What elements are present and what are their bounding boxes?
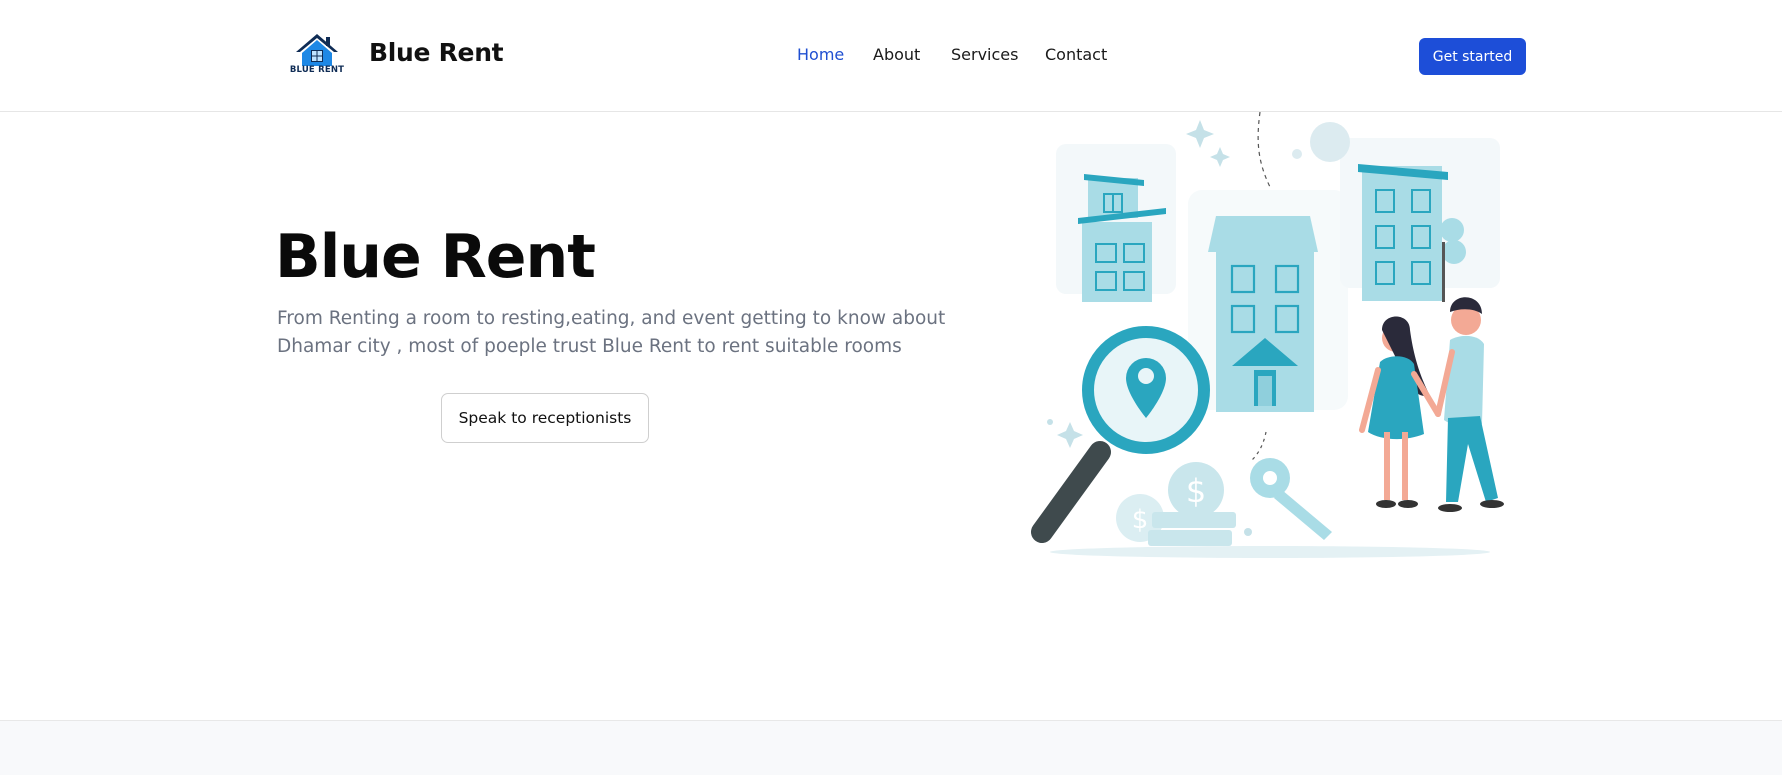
- hero-description: From Renting a room to resting,eating, a…: [277, 308, 946, 357]
- hero-title: Blue Rent: [275, 222, 596, 292]
- svg-text:$: $: [1186, 472, 1206, 510]
- nav-about-link[interactable]: About: [873, 45, 920, 64]
- get-started-button[interactable]: Get started: [1419, 38, 1526, 75]
- next-section-band: [0, 720, 1782, 775]
- svg-text:$: $: [1132, 505, 1149, 535]
- speak-to-receptionists-button[interactable]: Speak to receptionists: [441, 393, 649, 443]
- nav-contact-link[interactable]: Contact: [1045, 45, 1107, 64]
- nav-home-link[interactable]: Home: [797, 45, 844, 64]
- house-rental-illustration-icon: $ $: [1020, 112, 1520, 562]
- nav-services-link[interactable]: Services: [951, 45, 1018, 64]
- site-header: BLUE RENT Blue Rent Home About Services …: [0, 0, 1782, 112]
